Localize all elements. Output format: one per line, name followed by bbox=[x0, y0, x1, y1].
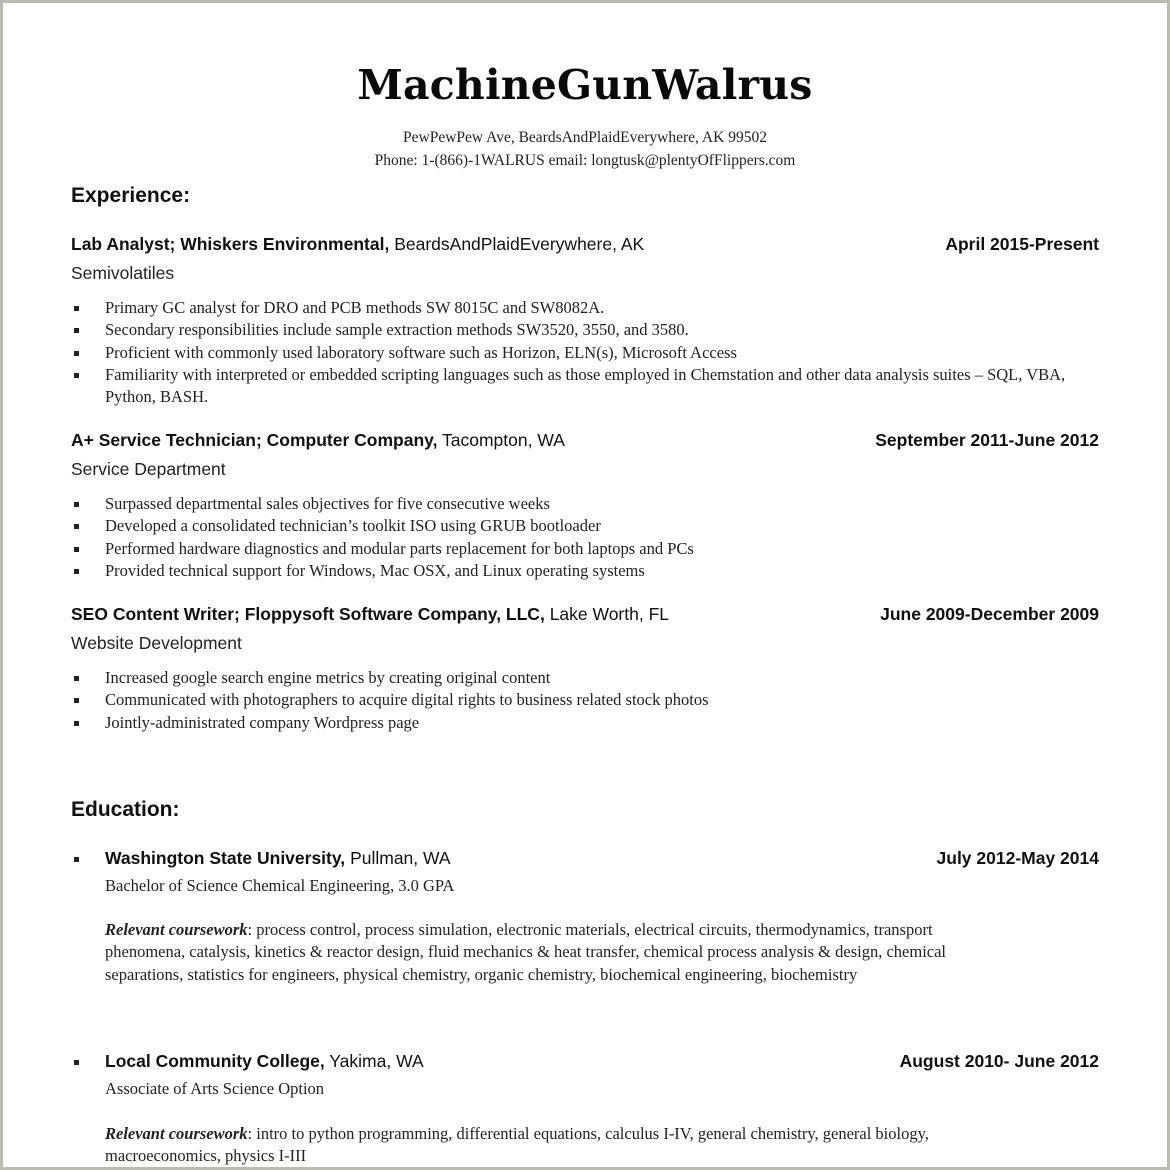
bullet-square-icon bbox=[74, 372, 79, 378]
school-header: Local Community College, Yakima, WA Augu… bbox=[71, 1051, 1099, 1072]
experience-heading: Experience: bbox=[71, 184, 191, 207]
job-header: Lab Analyst; Whiskers Environmental, Bea… bbox=[71, 234, 1099, 255]
job-department: Service Department bbox=[71, 459, 226, 479]
job-header: A+ Service Technician; Computer Company,… bbox=[71, 430, 1099, 451]
job-bullets: Increased google search engine metrics b… bbox=[71, 667, 1067, 734]
job-dates: April 2015-Present bbox=[945, 234, 1099, 254]
job-bullets: Surpassed departmental sales objectives … bbox=[71, 493, 1067, 582]
coursework-label: Relevant coursework bbox=[105, 920, 248, 939]
school-degree: Bachelor of Science Chemical Engineering… bbox=[105, 876, 455, 895]
job-bullet: Performed hardware diagnostics and modul… bbox=[71, 538, 1067, 560]
bullet-square-icon bbox=[74, 350, 79, 356]
school-location: Yakima, WA bbox=[329, 1051, 424, 1071]
job-dates: June 2009-December 2009 bbox=[880, 604, 1099, 624]
school-degree: Associate of Arts Science Option bbox=[105, 1079, 325, 1098]
job-bullet: Secondary responsibilities include sampl… bbox=[71, 319, 1067, 341]
bullet-square-icon bbox=[74, 698, 79, 704]
contact-address: PewPewPew Ave, BeardsAndPlaidEverywhere,… bbox=[403, 129, 767, 146]
bullet-square-icon bbox=[74, 1060, 79, 1065]
job-department: Semivolatiles bbox=[71, 263, 175, 283]
job-bullet: Communicated with photographers to acqui… bbox=[71, 689, 1067, 711]
bullet-square-icon bbox=[74, 720, 79, 726]
job-bullet: Familiarity with interpreted or embedded… bbox=[71, 364, 1067, 409]
resume-page: MachineGunWalrus PewPewPew Ave, BeardsAn… bbox=[3, 3, 1167, 1167]
job-location: Tacompton, WA bbox=[442, 430, 565, 450]
bullet-square-icon bbox=[74, 502, 79, 507]
education-heading: Education: bbox=[71, 798, 180, 821]
job-role-company: Lab Analyst; Whiskers Environmental, bbox=[71, 234, 390, 254]
resume-name: MachineGunWalrus bbox=[357, 61, 813, 109]
bullet-square-icon bbox=[74, 568, 79, 574]
job-bullets: Primary GC analyst for DRO and PCB metho… bbox=[71, 297, 1067, 408]
job-location: Lake Worth, FL bbox=[549, 604, 670, 624]
job-role-company: SEO Content Writer; Floppysoft Software … bbox=[71, 604, 545, 624]
job-role-company: A+ Service Technician; Computer Company, bbox=[71, 430, 438, 450]
school-dates: August 2010- June 2012 bbox=[899, 1051, 1099, 1071]
bullet-square-icon bbox=[74, 857, 79, 862]
bullet-square-icon bbox=[74, 676, 79, 681]
job-bullet: Provided technical support for Windows, … bbox=[71, 560, 1067, 582]
job-bullet: Jointly-administrated company Wordpress … bbox=[71, 712, 1067, 734]
job-bullet: Primary GC analyst for DRO and PCB metho… bbox=[71, 297, 1067, 319]
job-bullet: Developed a consolidated technician’s to… bbox=[71, 515, 1067, 537]
school-location: Pullman, WA bbox=[350, 848, 451, 868]
school-name: Local Community College, bbox=[105, 1051, 325, 1071]
school-name: Washington State University, bbox=[105, 848, 346, 868]
school-coursework: Relevant coursework: process control, pr… bbox=[105, 919, 1005, 986]
bullet-square-icon bbox=[74, 524, 79, 530]
job-bullet: Surpassed departmental sales objectives … bbox=[71, 493, 1067, 515]
job-dates: September 2011-June 2012 bbox=[875, 430, 1099, 450]
bullet-square-icon bbox=[74, 328, 79, 334]
contact-phone-email: Phone: 1-(866)-1WALRUS email: longtusk@p… bbox=[374, 152, 796, 169]
bullet-square-icon bbox=[74, 306, 79, 311]
job-header: SEO Content Writer; Floppysoft Software … bbox=[71, 604, 1099, 625]
coursework-label: Relevant coursework bbox=[105, 1124, 248, 1143]
bullet-square-icon bbox=[74, 546, 79, 552]
job-bullet: Increased google search engine metrics b… bbox=[71, 667, 1067, 689]
job-location: BeardsAndPlaidEverywhere, AK bbox=[394, 234, 645, 254]
school-coursework: Relevant coursework: intro to python pro… bbox=[105, 1123, 1005, 1167]
school-header: Washington State University, Pullman, WA… bbox=[71, 848, 1099, 869]
school-dates: July 2012-May 2014 bbox=[936, 848, 1099, 868]
job-department: Website Development bbox=[71, 633, 242, 653]
job-bullet: Proficient with commonly used laboratory… bbox=[71, 342, 1067, 364]
